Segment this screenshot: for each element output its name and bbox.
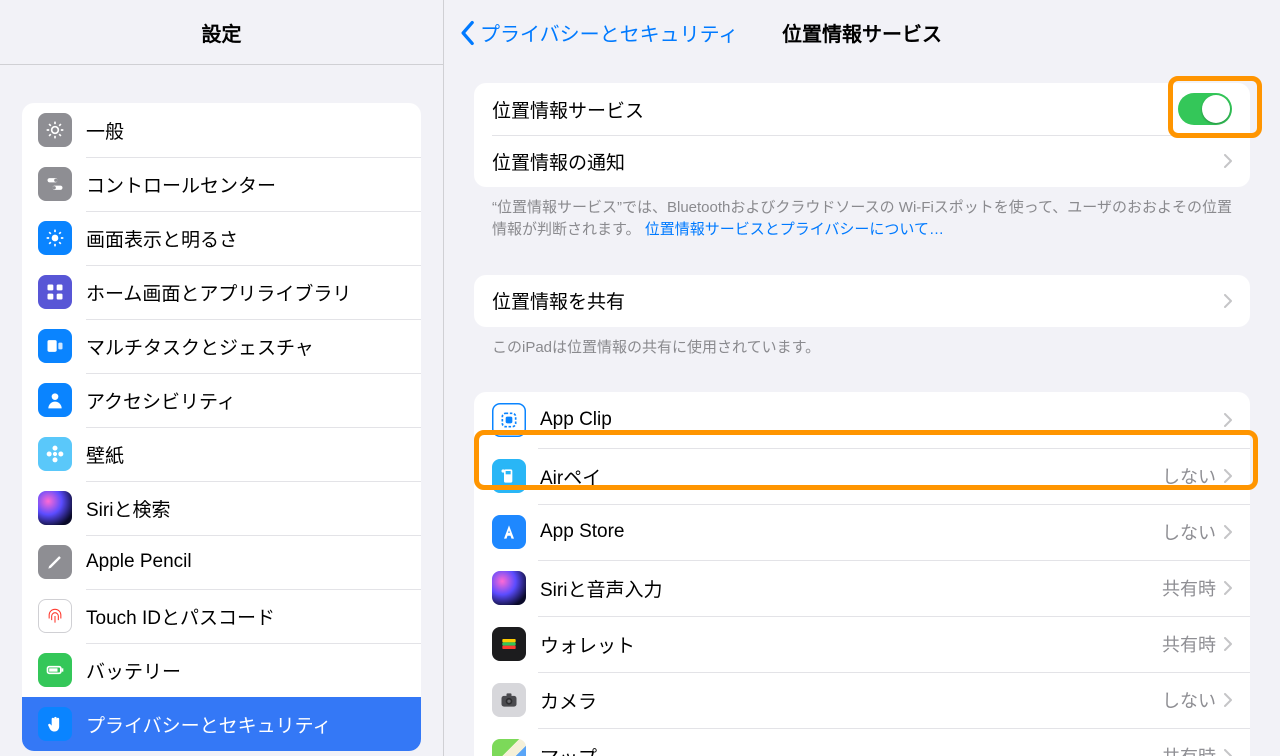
back-button[interactable]: プライバシーとセキュリティ [458,18,738,47]
chevron-right-icon [1224,413,1232,427]
app-row-appstore[interactable]: App Storeしない [474,504,1250,560]
sidebar-item-wallpaper[interactable]: 壁紙 [22,427,421,481]
chevron-right-icon [1224,154,1232,168]
panel-title: 位置情報サービス [782,18,942,47]
grid-icon [38,275,72,309]
panel-body: 位置情報サービス 位置情報の通知 “位置情報サービス”では、Bluetoothお… [444,65,1280,756]
sidebar-item-siri[interactable]: Siriと検索 [22,481,421,535]
chevron-right-icon [1224,294,1232,308]
sidebar-item-multitask[interactable]: マルチタスクとジェスチャ [22,319,421,373]
sun-icon [38,221,72,255]
app-label: App Clip [540,409,1224,431]
camera-app-icon [492,683,526,717]
detail-panel: プライバシーとセキュリティ 位置情報サービス 位置情報サービス 位置情報の通知 … [444,0,1280,756]
sidebar-item-accessibility[interactable]: アクセシビリティ [22,373,421,427]
sidebar-item-label: Touch IDとパスコード [86,603,275,630]
finger-icon [38,599,72,633]
sidebar-body: 一般コントロールセンター画面表示と明るさホーム画面とアプリライブラリマルチタスク… [0,65,443,756]
maps-app-icon [492,739,526,756]
sidebar-item-display[interactable]: 画面表示と明るさ [22,211,421,265]
appstore-app-icon [492,515,526,549]
sidebar-title: 設定 [202,18,242,47]
app-value: しない [1162,687,1216,713]
sidebar-header: 設定 [0,0,443,65]
airpay-app-icon [492,459,526,493]
row-label: 位置情報を共有 [492,287,1224,314]
sidebar-item-privacy[interactable]: プライバシーとセキュリティ [22,697,421,751]
flower-icon [38,437,72,471]
share-location-card: 位置情報を共有 [474,275,1250,327]
app-row-maps[interactable]: マップ共有時 [474,728,1250,756]
share-caption: このiPadは位置情報の共有に使用されています。 [474,327,1250,359]
app-value: 共有時 [1162,743,1216,756]
location-caption: “位置情報サービス”では、Bluetoothおよびクラウドソースの Wi-Fiス… [474,187,1250,241]
sidebar-item-label: コントロールセンター [86,171,276,198]
sidebar-item-label: 画面表示と明るさ [86,225,238,252]
location-services-card: 位置情報サービス 位置情報の通知 [474,83,1250,187]
sidebar-item-label: マルチタスクとジェスチャ [86,333,314,360]
person-icon [38,383,72,417]
back-label: プライバシーとセキュリティ [480,18,738,47]
location-services-toggle[interactable] [1178,93,1232,125]
sidebar-item-label: バッテリー [86,657,181,684]
app-label: マップ [540,743,1162,756]
chevron-right-icon [1224,581,1232,595]
siri-icon [38,491,72,525]
app-list: App ClipAirペイしないApp StoreしないSiriと音声入力共有時… [474,392,1250,756]
app-row-camera[interactable]: カメラしない [474,672,1250,728]
app-value: しない [1162,463,1216,489]
chevron-right-icon [1224,525,1232,539]
sidebar-group: 一般コントロールセンター画面表示と明るさホーム画面とアプリライブラリマルチタスク… [22,103,421,751]
chevron-right-icon [1224,749,1232,756]
app-row-sirivoice[interactable]: Siriと音声入力共有時 [474,560,1250,616]
app-value: 共有時 [1162,575,1216,601]
sidebar-item-label: プライバシーとセキュリティ [86,711,331,738]
app-label: App Store [540,521,1162,543]
sidebar-item-label: アクセシビリティ [86,387,236,414]
wallet-app-icon [492,627,526,661]
row-label: 位置情報サービス [492,96,1178,123]
sidebar-item-label: Apple Pencil [86,551,192,573]
row-label: 位置情報の通知 [492,148,1224,175]
gear-icon [38,113,72,147]
sidebar-item-pencil[interactable]: Apple Pencil [22,535,421,589]
sidebar-item-label: 一般 [86,117,124,144]
sidebar-item-label: Siriと検索 [86,495,170,522]
hand-icon [38,707,72,741]
sidebar-item-control[interactable]: コントロールセンター [22,157,421,211]
row-location-services[interactable]: 位置情報サービス [474,83,1250,135]
pencil-icon [38,545,72,579]
app-label: Airペイ [540,463,1162,490]
chevron-right-icon [1224,469,1232,483]
sidebar-item-battery[interactable]: バッテリー [22,643,421,697]
app-label: ウォレット [540,631,1162,658]
sirivoice-app-icon [492,571,526,605]
chevron-right-icon [1224,637,1232,651]
app-label: Siriと音声入力 [540,575,1162,602]
sidebar-item-label: ホーム画面とアプリライブラリ [86,279,351,306]
privacy-link[interactable]: 位置情報サービスとプライバシーについて… [645,221,944,238]
app-row-airpay[interactable]: Airペイしない [474,448,1250,504]
sidebar-item-general[interactable]: 一般 [22,103,421,157]
settings-sidebar: 設定 一般コントロールセンター画面表示と明るさホーム画面とアプリライブラリマルチ… [0,0,444,756]
appclip-app-icon [492,403,526,437]
chevron-left-icon [458,20,476,46]
row-share-location[interactable]: 位置情報を共有 [474,275,1250,327]
row-location-notify[interactable]: 位置情報の通知 [474,135,1250,187]
switches-icon [38,167,72,201]
app-label: カメラ [540,687,1162,714]
rects-icon [38,329,72,363]
chevron-right-icon [1224,693,1232,707]
app-value: 共有時 [1162,631,1216,657]
battery-icon [38,653,72,687]
panel-header: プライバシーとセキュリティ 位置情報サービス [444,0,1280,65]
app-row-wallet[interactable]: ウォレット共有時 [474,616,1250,672]
app-value: しない [1162,519,1216,545]
sidebar-item-label: 壁紙 [86,441,124,468]
sidebar-item-touchid[interactable]: Touch IDとパスコード [22,589,421,643]
app-row-appclip[interactable]: App Clip [474,392,1250,448]
sidebar-item-home[interactable]: ホーム画面とアプリライブラリ [22,265,421,319]
